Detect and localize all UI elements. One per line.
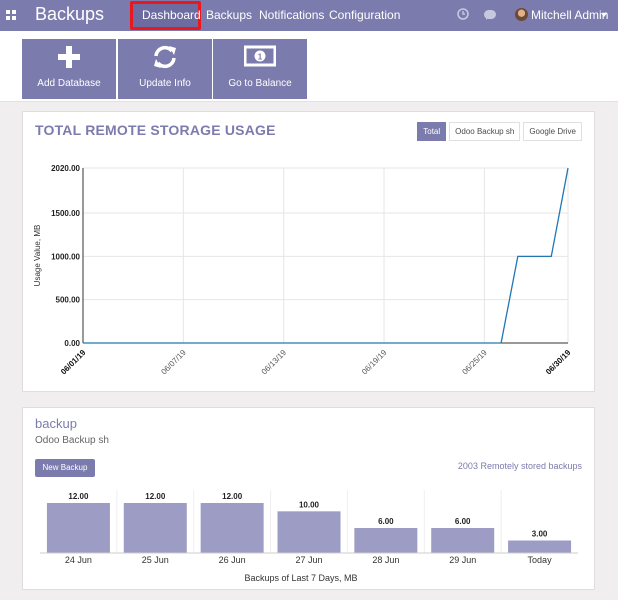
- bar-category-label: 26 Jun: [219, 555, 246, 565]
- backup-panel-subtitle: Odoo Backup sh: [35, 435, 109, 446]
- backup-panel-title: backup: [35, 416, 77, 431]
- top-navbar: Backups Dashboard Backups Notifications …: [0, 0, 618, 31]
- user-name[interactable]: Mitchell Admin: [531, 8, 608, 22]
- plus-icon: [58, 46, 80, 68]
- x-tick-label: 06/30/19: [544, 348, 573, 377]
- apps-icon[interactable]: [6, 10, 16, 20]
- bar-value-label: 6.00: [455, 517, 471, 526]
- backup-panel: backup Odoo Backup sh New Backup 2003 Re…: [22, 407, 595, 590]
- bar-category-label: 25 Jun: [142, 555, 169, 565]
- toggle-total[interactable]: Total: [417, 122, 447, 141]
- x-tick-label: 06/07/19: [159, 348, 188, 377]
- svg-text:1: 1: [258, 53, 263, 62]
- update-info-button[interactable]: Update Info: [118, 39, 212, 99]
- storage-line-chart: 0.00 500.00 1000.00 1500.00 2020.00 06/01/19 0…: [33, 164, 573, 377]
- bar-value-label: 10.00: [299, 500, 320, 509]
- storage-usage-panel: TOTAL REMOTE STORAGE USAGE Total Odoo Ba…: [22, 111, 595, 392]
- caret-down-icon[interactable]: [601, 13, 607, 17]
- y-tick-label: 2020.00: [51, 164, 80, 173]
- bar-value-label: 12.00: [222, 492, 243, 501]
- clock-icon[interactable]: [457, 8, 469, 20]
- bar-category-label: Today: [528, 555, 553, 565]
- storage-source-toggle: Total Odoo Backup sh Google Drive: [414, 122, 582, 141]
- bar-category-label: 27 Jun: [295, 555, 322, 565]
- update-info-label: Update Info: [139, 78, 191, 89]
- y-tick-label: 1000.00: [51, 252, 80, 261]
- bar-x-axis-label: Backups of Last 7 Days, MB: [244, 573, 357, 583]
- y-tick-label: 0.00: [64, 339, 80, 348]
- nav-backups[interactable]: Backups: [206, 8, 252, 22]
- go-to-balance-button[interactable]: 1 Go to Balance: [213, 39, 307, 99]
- nav-dashboard[interactable]: Dashboard: [142, 8, 201, 22]
- bar-category-label: 28 Jun: [372, 555, 399, 565]
- y-tick-label: 1500.00: [51, 209, 80, 218]
- action-tiles-bar: Add Database Update Info 1 Go to Balance: [0, 31, 618, 102]
- x-tick-label: 06/13/19: [260, 348, 289, 377]
- x-tick-label: 06/01/19: [59, 348, 88, 377]
- backup-bar: [123, 503, 187, 553]
- add-database-label: Add Database: [37, 78, 101, 89]
- add-database-button[interactable]: Add Database: [22, 39, 116, 99]
- chat-icon[interactable]: [484, 10, 496, 20]
- toggle-odoo-backup[interactable]: Odoo Backup sh: [449, 122, 521, 141]
- x-tick-label: 06/25/19: [460, 348, 489, 377]
- toggle-google-drive[interactable]: Google Drive: [523, 122, 582, 141]
- bar-category-label: 24 Jun: [65, 555, 92, 565]
- avatar[interactable]: [515, 8, 528, 21]
- app-title: Backups: [35, 4, 105, 24]
- nav-configuration[interactable]: Configuration: [329, 8, 400, 22]
- money-icon: 1: [244, 45, 276, 67]
- bar-category-label: 29 Jun: [449, 555, 476, 565]
- bar-value-label: 6.00: [378, 517, 394, 526]
- backup-bar: [431, 528, 495, 553]
- backup-bar: [508, 540, 572, 553]
- backup-bar: [200, 503, 264, 553]
- refresh-icon: [154, 45, 176, 69]
- x-tick-label: 06/19/19: [360, 348, 389, 377]
- storage-panel-title: TOTAL REMOTE STORAGE USAGE: [35, 122, 276, 138]
- new-backup-button[interactable]: New Backup: [35, 459, 95, 477]
- y-axis-label: Usage Value, MB: [33, 225, 42, 287]
- backup-bar-chart: 12.00 24 Jun 12.00 25 Jun 12.00 26 Jun 10.00 27…: [40, 490, 578, 583]
- nav-notifications[interactable]: Notifications: [259, 8, 324, 22]
- usage-series-line: [83, 167, 569, 344]
- backup-bar: [46, 503, 110, 553]
- backup-bar: [354, 528, 418, 553]
- bar-value-label: 3.00: [532, 530, 548, 539]
- remote-backups-link[interactable]: 2003 Remotely stored backups: [458, 461, 582, 471]
- y-tick-label: 500.00: [56, 296, 81, 305]
- bar-value-label: 12.00: [68, 492, 89, 501]
- backup-bar: [277, 511, 341, 553]
- bar-value-label: 12.00: [145, 492, 166, 501]
- go-to-balance-label: Go to Balance: [228, 78, 292, 89]
